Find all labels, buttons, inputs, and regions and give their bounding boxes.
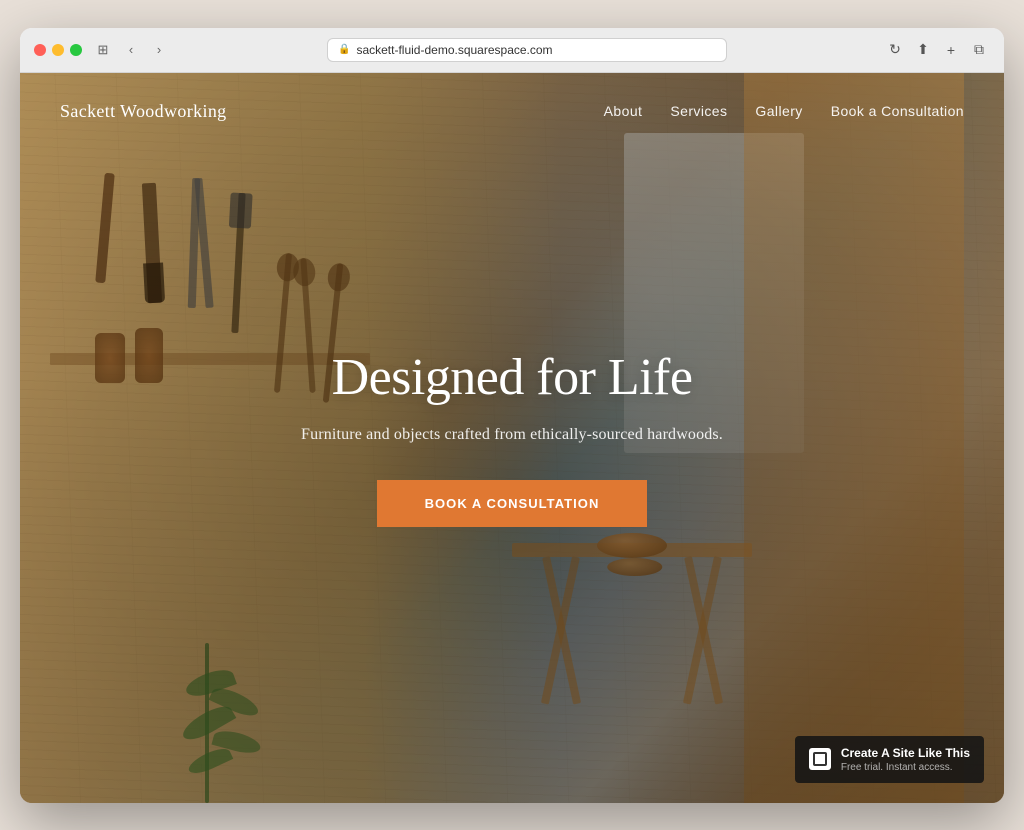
squarespace-badge[interactable]: Create A Site Like This Free trial. Inst… — [795, 736, 984, 783]
sidebar-toggle-button[interactable]: ⊞ — [92, 39, 114, 61]
browser-window: ⊞ ‹ › 🔒 sackett-fluid-demo.squarespace.c… — [20, 28, 1004, 803]
website-content: Sackett Woodworking About Services Galle… — [20, 73, 1004, 803]
browser-chrome: ⊞ ‹ › 🔒 sackett-fluid-demo.squarespace.c… — [20, 28, 1004, 73]
nav-services[interactable]: Services — [670, 103, 727, 119]
traffic-lights — [34, 44, 82, 56]
lock-icon: 🔒 — [338, 44, 350, 55]
maximize-button[interactable] — [70, 44, 82, 56]
forward-button[interactable]: › — [148, 39, 170, 61]
browser-action-buttons: ↻ ⬆ + ⧉ — [884, 39, 990, 61]
tab-overview-button[interactable]: ⧉ — [968, 39, 990, 61]
minimize-button[interactable] — [52, 44, 64, 56]
browser-controls: ⊞ ‹ › — [92, 39, 170, 61]
badge-subtext: Free trial. Instant access. — [841, 762, 970, 773]
nav-about[interactable]: About — [604, 103, 643, 119]
badge-text-container: Create A Site Like This Free trial. Inst… — [841, 746, 970, 773]
nav-book-consultation[interactable]: Book a Consultation — [831, 103, 964, 119]
site-brand[interactable]: Sackett Woodworking — [60, 101, 227, 122]
url-text: sackett-fluid-demo.squarespace.com — [356, 43, 552, 57]
book-consultation-cta-button[interactable]: Book a Consultation — [377, 480, 648, 527]
hero-content: Designed for Life Furniture and objects … — [20, 73, 1004, 803]
address-bar[interactable]: 🔒 sackett-fluid-demo.squarespace.com — [327, 38, 727, 62]
squarespace-logo-inner — [813, 752, 827, 766]
close-button[interactable] — [34, 44, 46, 56]
address-bar-wrapper: 🔒 sackett-fluid-demo.squarespace.com — [180, 38, 874, 62]
badge-headline: Create A Site Like This — [841, 746, 970, 762]
add-tab-button[interactable]: + — [940, 39, 962, 61]
nav-links: About Services Gallery Book a Consultati… — [604, 103, 964, 119]
reload-button[interactable]: ↻ — [884, 39, 906, 61]
squarespace-logo — [809, 748, 831, 770]
main-navigation: Sackett Woodworking About Services Galle… — [20, 73, 1004, 150]
share-button[interactable]: ⬆ — [912, 39, 934, 61]
hero-title: Designed for Life — [332, 348, 693, 408]
hero-subtitle: Furniture and objects crafted from ethic… — [301, 426, 723, 444]
nav-gallery[interactable]: Gallery — [755, 103, 802, 119]
back-button[interactable]: ‹ — [120, 39, 142, 61]
